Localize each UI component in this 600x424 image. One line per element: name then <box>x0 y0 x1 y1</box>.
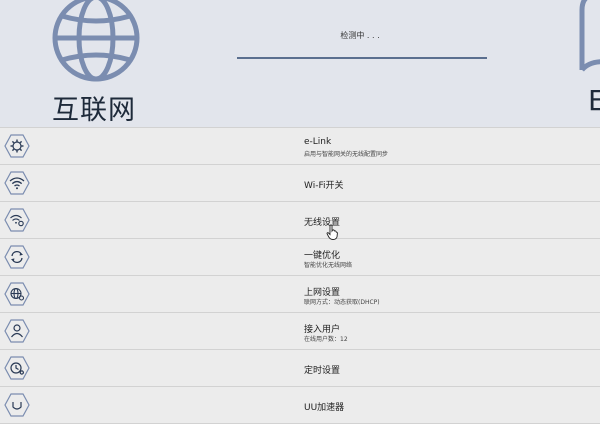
menu-item-title: Wi-Fi开关 <box>304 181 344 191</box>
menu-item-elink[interactable]: e-Link 启用与智能网关的无线配置同步 <box>0 127 600 165</box>
user-icon <box>4 319 30 343</box>
timer-icon <box>4 356 30 380</box>
detection-status: 检测中 . . . <box>340 31 380 40</box>
globe-settings-icon <box>4 282 30 306</box>
menu-item-connected-users[interactable]: 接入用户 在线用户数：12 <box>0 313 600 350</box>
wireless-settings-icon <box>4 208 30 232</box>
refresh-icon <box>4 245 30 269</box>
menu-item-wireless-settings[interactable]: 无线设置 <box>0 202 600 239</box>
menu-item-uu-accelerator[interactable]: UU加速器 <box>0 387 600 424</box>
settings-menu: e-Link 启用与智能网关的无线配置同步 Wi-Fi开关 无线设置 一键优化 … <box>0 127 600 424</box>
internet-globe-icon <box>52 0 140 82</box>
hand-pointer-icon <box>326 224 338 240</box>
router-label: E <box>588 84 600 117</box>
menu-item-subtitle: 联网方式：动态获取(DHCP) <box>304 299 380 306</box>
menu-item-timer-settings[interactable]: 定时设置 <box>0 350 600 387</box>
menu-item-wifi-switch[interactable]: Wi-Fi开关 <box>0 165 600 202</box>
menu-item-internet-settings[interactable]: 上网设置 联网方式：动态获取(DHCP) <box>0 276 600 313</box>
internet-label: 互联网 <box>52 95 136 126</box>
router-icon <box>579 0 600 72</box>
menu-item-subtitle: 启用与智能网关的无线配置同步 <box>304 151 389 158</box>
menu-item-title: 定时设置 <box>304 366 341 376</box>
connection-line <box>237 57 487 59</box>
menu-item-subtitle: 在线用户数：12 <box>304 336 348 343</box>
elink-gear-icon <box>4 134 30 158</box>
menu-item-title: e-Link <box>304 137 332 147</box>
accelerator-icon <box>4 393 30 417</box>
status-header: 互联网 检测中 . . . E <box>0 0 600 127</box>
menu-item-title: UU加速器 <box>304 403 345 413</box>
wifi-icon <box>4 171 30 195</box>
menu-item-one-click-optimize[interactable]: 一键优化 智能优化无线网络 <box>0 239 600 276</box>
menu-item-subtitle: 智能优化无线网络 <box>304 262 353 269</box>
